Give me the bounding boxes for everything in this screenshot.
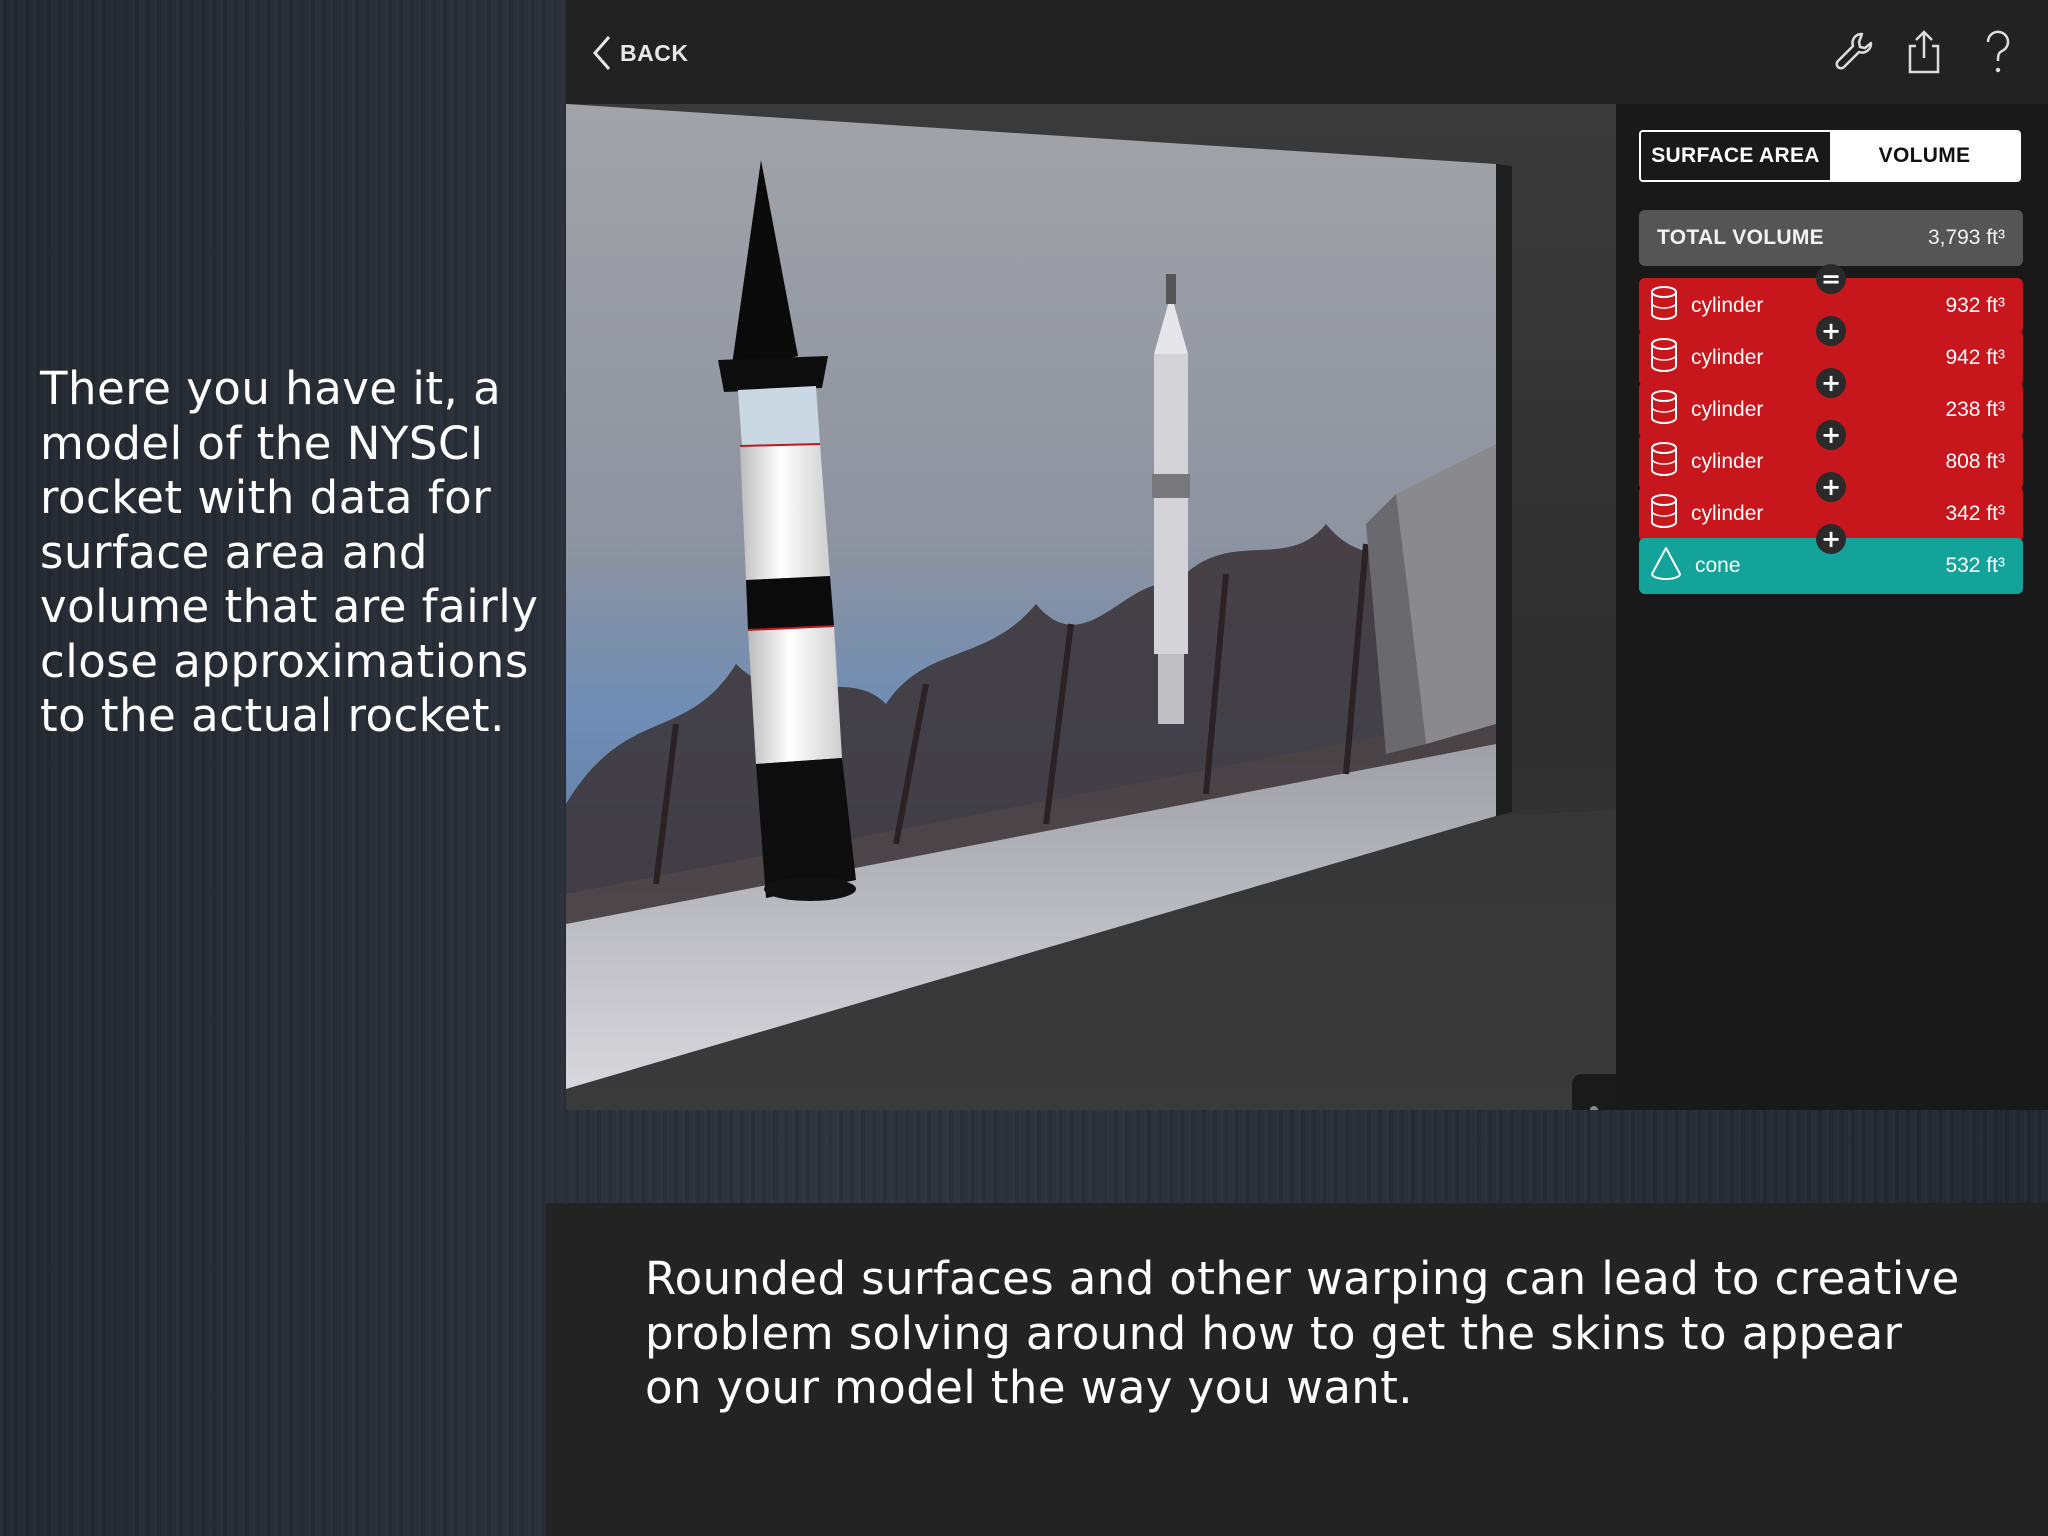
tab-surface-area[interactable]: SURFACE AREA bbox=[1641, 132, 1830, 180]
shape-volume: 808 ft³ bbox=[1945, 450, 2005, 473]
measure-mode-toggle: SURFACE AREA VOLUME bbox=[1639, 130, 2021, 182]
cylinder-icon bbox=[1649, 337, 1679, 379]
total-volume-row: TOTAL VOLUME 3,793 ft³ bbox=[1639, 210, 2023, 266]
tab-volume[interactable]: VOLUME bbox=[1830, 132, 2019, 180]
plus-connector: + bbox=[1816, 420, 1846, 450]
wrench-icon[interactable] bbox=[1830, 28, 1874, 76]
panel-drag-handle[interactable] bbox=[1572, 1074, 1616, 1110]
app-screenshot: BACK SURFACE AREA VOLUME TOTAL VOLUME 3,… bbox=[566, 0, 2048, 1110]
shape-name: cylinder bbox=[1691, 398, 1764, 421]
shape-volume: 932 ft³ bbox=[1945, 294, 2005, 317]
measurement-panel: SURFACE AREA VOLUME TOTAL VOLUME 3,793 f… bbox=[1616, 104, 2048, 1110]
cone-icon bbox=[1649, 545, 1683, 587]
total-value: 3,793 ft³ bbox=[1927, 226, 2005, 249]
back-label: BACK bbox=[620, 39, 689, 66]
plus-connector: + bbox=[1816, 472, 1846, 502]
shape-name: cylinder bbox=[1691, 502, 1764, 525]
ar-viewport[interactable] bbox=[566, 104, 1616, 1110]
equals-connector: = bbox=[1816, 264, 1846, 294]
top-bar: BACK bbox=[566, 0, 2048, 104]
cylinder-icon bbox=[1649, 441, 1679, 483]
shape-name: cone bbox=[1695, 554, 1741, 577]
bottom-caption: Rounded surfaces and other warping can l… bbox=[645, 1252, 1960, 1414]
scene-image bbox=[566, 104, 1616, 1110]
shape-volume: 342 ft³ bbox=[1945, 502, 2005, 525]
help-icon[interactable] bbox=[1976, 28, 2020, 76]
plus-connector: + bbox=[1816, 524, 1846, 554]
plus-connector: + bbox=[1816, 316, 1846, 346]
plus-connector: + bbox=[1816, 368, 1846, 398]
shape-name: cylinder bbox=[1691, 346, 1764, 369]
shape-name: cylinder bbox=[1691, 450, 1764, 473]
cylinder-icon bbox=[1649, 389, 1679, 431]
total-label: TOTAL VOLUME bbox=[1657, 226, 1824, 249]
back-button[interactable]: BACK bbox=[592, 30, 688, 76]
shape-volume: 532 ft³ bbox=[1945, 554, 2005, 577]
left-caption: There you have it, a model of the NYSCI … bbox=[40, 362, 539, 742]
share-icon[interactable] bbox=[1902, 28, 1946, 76]
cylinder-icon bbox=[1649, 285, 1679, 327]
shape-volume: 238 ft³ bbox=[1945, 398, 2005, 421]
shape-volume: 942 ft³ bbox=[1945, 346, 2005, 369]
cylinder-icon bbox=[1649, 493, 1679, 535]
chevron-left-icon bbox=[593, 36, 611, 70]
shape-name: cylinder bbox=[1691, 294, 1764, 317]
